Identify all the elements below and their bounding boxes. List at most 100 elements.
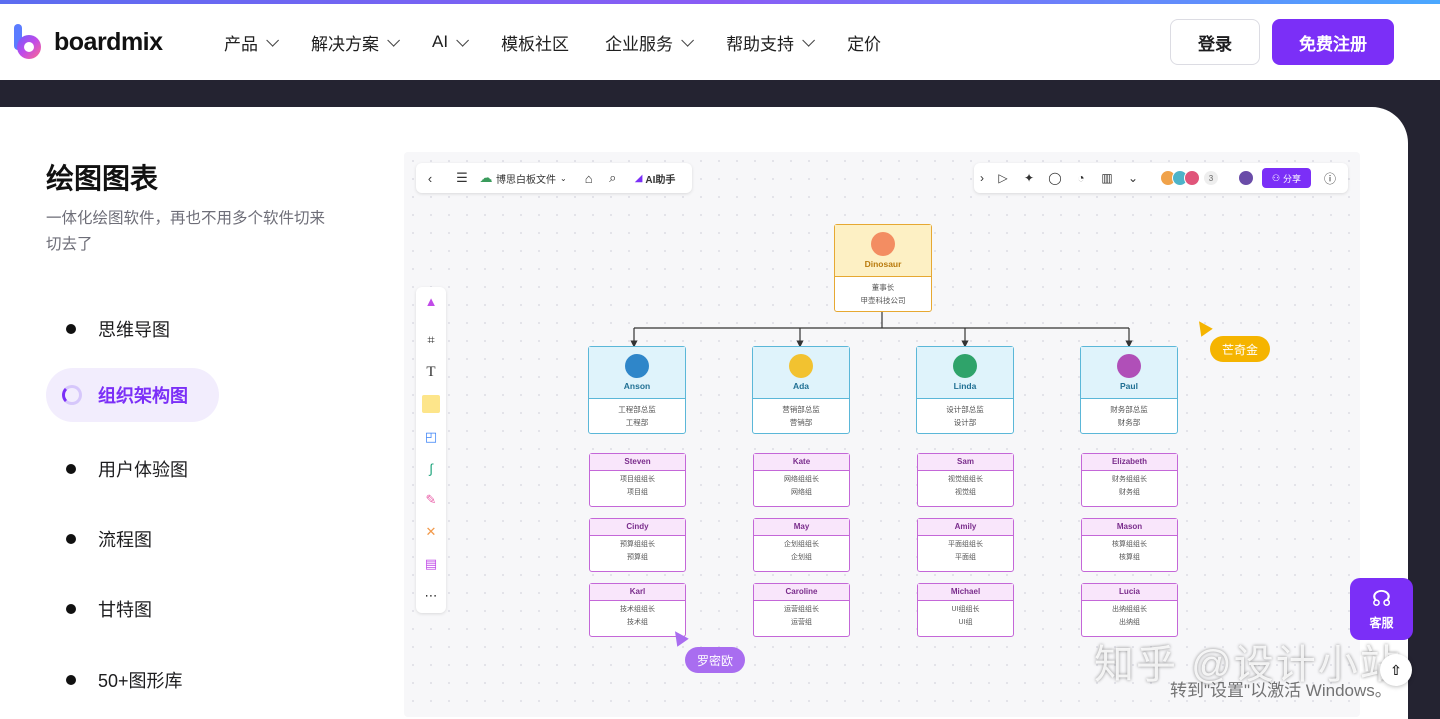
sticky-note-icon[interactable] [421, 394, 441, 414]
node-title: UI组组长 [951, 606, 980, 613]
loading-spinner-icon [62, 385, 82, 405]
node-title: 营销部总监 [782, 405, 820, 414]
nav-item[interactable]: 解决方案 [311, 30, 400, 55]
more-chevron-icon[interactable]: ⌄ [1120, 168, 1146, 188]
board-side-toolbar: ▲ ⌗ T ◰ ∫ ✎ ✕ ▤ ⋯ [416, 287, 446, 613]
org-team-node[interactable]: Sam 视觉组组长 视觉组 [917, 453, 1014, 507]
org-team-node[interactable]: Steven 项目组组长 项目组 [589, 453, 686, 507]
top-navbar: boardmix 产品 解决方案 AI 模板社区 企业服务 帮助支持 定价 登录 免费注册 [0, 4, 1440, 80]
nav-item-label: 解决方案 [311, 34, 379, 54]
node-title: 平面组组长 [948, 541, 983, 548]
vote-icon[interactable]: ▥ [1094, 168, 1120, 188]
signup-button[interactable]: 免费注册 [1272, 19, 1394, 65]
feature-label: 用户体验图 [98, 460, 188, 480]
avatar [953, 354, 977, 378]
node-title: 项目组组长 [620, 476, 655, 483]
org-team-node[interactable]: Kate 网络组组长 网络组 [753, 453, 850, 507]
customer-service-button[interactable]: ☊ 客服 [1350, 578, 1413, 640]
org-team-node[interactable]: Michael UI组组长 UI组 [917, 583, 1014, 637]
org-team-node[interactable]: May 企划组组长 企划组 [753, 518, 850, 572]
node-department: 营销部 [789, 418, 813, 427]
collaborator-count[interactable]: 3 [1204, 171, 1218, 185]
current-user-avatar[interactable] [1238, 170, 1254, 186]
search-icon[interactable]: ⌕ [603, 168, 623, 188]
tag-icon[interactable]: ⌂ [579, 168, 599, 188]
more-tools-icon[interactable]: ⋯ [421, 586, 441, 606]
feature-item-active[interactable]: 组织架构图 [46, 368, 219, 422]
feature-label: 流程图 [98, 530, 152, 550]
avatar [625, 354, 649, 378]
celebrate-icon[interactable]: ✦ [1016, 168, 1042, 188]
scroll-top-button[interactable]: ⇧ [1380, 654, 1412, 686]
node-name: Cindy [590, 519, 685, 536]
text-icon[interactable]: T [421, 362, 441, 382]
node-title: 设计部总监 [946, 405, 984, 414]
template-icon[interactable]: ▤ [421, 554, 441, 574]
node-title: 工程部总监 [618, 405, 656, 414]
section-title: 绘图图表 [46, 163, 159, 194]
org-team-node[interactable]: Karl 技术组组长 技术组 [589, 583, 686, 637]
org-root-node[interactable]: Dinosaur 董事长 甲壶科技公司 [834, 224, 932, 312]
node-title: 技术组组长 [620, 606, 655, 613]
expand-chevron-icon[interactable]: › [974, 168, 990, 188]
nav-item[interactable]: 定价 [847, 30, 881, 55]
node-name: Paul [1120, 381, 1138, 391]
nav-item[interactable]: AI [432, 32, 470, 52]
frame-icon[interactable]: ⌗ [421, 330, 441, 350]
login-button[interactable]: 登录 [1170, 19, 1260, 65]
feature-item[interactable]: 甘特图 [66, 596, 152, 622]
node-name: Amily [918, 519, 1013, 536]
pen-icon[interactable]: ✎ [421, 490, 441, 510]
file-dropdown-icon[interactable]: ⌄ [560, 174, 567, 183]
org-manager-node[interactable]: Linda 设计部总监 设计部 [916, 346, 1014, 434]
nav-item[interactable]: 产品 [224, 30, 279, 55]
shape-icon[interactable]: ◰ [421, 427, 441, 447]
avatar [871, 232, 895, 256]
collaborator-avatar[interactable] [1184, 170, 1200, 186]
node-name: Sam [918, 454, 1013, 471]
org-team-node[interactable]: Cindy 预算组组长 预算组 [589, 518, 686, 572]
org-manager-node[interactable]: Paul 财务部总监 财务部 [1080, 346, 1178, 434]
headset-icon: ☊ [1371, 585, 1392, 611]
feature-item[interactable]: 用户体验图 [66, 456, 188, 482]
windows-activation-watermark: 转到"设置"以激活 Windows。 [1170, 681, 1392, 700]
share-button[interactable]: ⚇ 分享 [1262, 168, 1311, 188]
org-team-node[interactable]: Elizabeth 财务组组长 财务组 [1081, 453, 1178, 507]
node-department: 视觉组 [955, 489, 976, 496]
node-name: Karl [590, 584, 685, 601]
back-chevron-icon[interactable]: ‹ [420, 168, 440, 188]
node-department: 企划组 [791, 554, 812, 561]
node-department: 出纳组 [1119, 619, 1140, 626]
org-manager-node[interactable]: Ada 营销部总监 营销部 [752, 346, 850, 434]
play-icon[interactable]: ▷ [990, 168, 1016, 188]
menu-icon[interactable]: ☰ [452, 168, 472, 188]
node-title: 核算组组长 [1112, 541, 1147, 548]
chevron-down-icon [802, 33, 816, 47]
feature-item[interactable]: 50+图形库 [66, 667, 183, 693]
brand-logo[interactable]: boardmix [12, 22, 163, 62]
nav-item[interactable]: 企业服务 [605, 30, 695, 55]
file-name[interactable]: 博思白板文件 [496, 171, 556, 186]
comment-icon[interactable]: ◯ [1042, 168, 1068, 188]
main-nav: 产品 解决方案 AI 模板社区 企业服务 帮助支持 定价 [224, 4, 917, 80]
collaborator-cursor-label: 罗密欧 [685, 647, 746, 673]
nav-item[interactable]: 模板社区 [501, 30, 569, 55]
boardmix-tool-icon[interactable]: ▲ [421, 291, 441, 311]
org-team-node[interactable]: Amily 平面组组长 平面组 [917, 518, 1014, 572]
org-team-node[interactable]: Mason 核算组组长 核算组 [1081, 518, 1178, 572]
feature-item[interactable]: 思维导图 [66, 316, 170, 342]
ai-assistant-button[interactable]: AI助手 [645, 171, 675, 186]
node-title: 网络组组长 [784, 476, 819, 483]
feature-item[interactable]: 流程图 [66, 526, 152, 552]
boardmix-logo-icon [12, 22, 44, 62]
timer-icon[interactable]: ◔ [1068, 168, 1094, 188]
nav-item[interactable]: 帮助支持 [726, 30, 816, 55]
org-team-node[interactable]: Lucia 出纳组组长 出纳组 [1081, 583, 1178, 637]
bullet-dot [66, 324, 76, 334]
node-title: 企划组组长 [784, 541, 819, 548]
help-icon[interactable]: ⓘ [1317, 168, 1343, 188]
mindmap-icon[interactable]: ✕ [421, 522, 441, 542]
org-team-node[interactable]: Caroline 运营组组长 运营组 [753, 583, 850, 637]
org-manager-node[interactable]: Anson 工程部总监 工程部 [588, 346, 686, 434]
connector-icon[interactable]: ∫ [421, 458, 441, 478]
